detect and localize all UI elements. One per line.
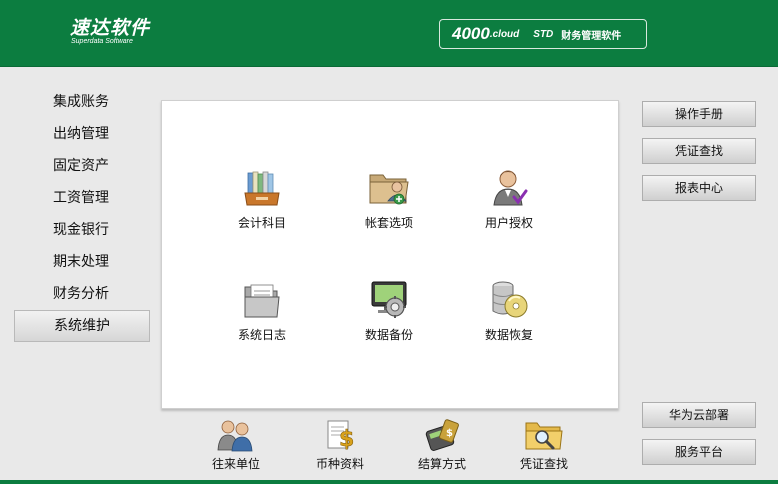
product-version: 4000 [452,24,490,43]
tile-data-restore[interactable]: 数据恢复 [454,279,564,343]
svg-text:$: $ [339,427,354,452]
tile-label: 系统日志 [237,328,286,342]
brand-logo: 速达软件 Superdata Software [70,18,150,46]
books-tray-icon [244,171,280,206]
monitor-gear-icon [371,281,407,318]
app-header: 速达软件 Superdata Software 4000 .cloud STD 财… [0,0,778,67]
operation-manual-button[interactable]: 操作手册 [642,101,756,127]
product-badge: 4000 .cloud STD 财务管理软件 [439,19,647,49]
sidebar-item-financial-analysis[interactable]: 财务分析 [14,278,150,310]
report-center-button[interactable]: 报表中心 [642,175,756,201]
svg-text:$: $ [446,428,453,439]
tile-account-set-options[interactable]: 帐套选项 [334,167,444,231]
sidebar-item-cash-bank[interactable]: 现金银行 [14,214,150,246]
tile-business-partners[interactable]: 往来单位 [186,418,286,472]
sidebar-item-cashier[interactable]: 出纳管理 [14,118,150,150]
user-check-icon [493,170,528,206]
tile-label: 数据恢复 [484,328,533,342]
sidebar-item-system-maintenance[interactable]: 系统维护 [14,310,150,342]
sidebar-item-payroll[interactable]: 工资管理 [14,182,150,214]
tile-label: 往来单位 [211,457,260,471]
tile-label: 凭证查找 [519,457,568,471]
folder-doc-icon [244,284,280,318]
database-disc-icon [492,281,528,318]
huawei-cloud-deploy-button[interactable]: 华为云部署 [642,402,756,428]
sidebar-item-integrated-accounting[interactable]: 集成账务 [14,86,150,118]
tile-user-authorization[interactable]: 用户授权 [454,167,564,231]
tile-data-backup[interactable]: 数据备份 [334,279,444,343]
tile-label: 会计科目 [237,216,286,230]
tile-system-log[interactable]: 系统日志 [207,281,317,343]
tile-currency-info[interactable]: $ 币种资料 [290,418,390,472]
folder-search-icon [525,422,563,450]
logo-chinese-text: 速达软件 [70,17,151,39]
tile-accounting-subjects[interactable]: 会计科目 [207,169,317,231]
currency-doc-icon: $ [327,420,355,452]
tile-label: 数据备份 [364,328,413,342]
product-edition: STD [533,28,554,40]
partners-icon [217,420,253,452]
tile-settlement-method[interactable]: $ 结算方式 [392,418,492,472]
folder-user-icon [369,174,409,205]
sidebar-nav: 集成账务 出纳管理 固定资产 工资管理 现金银行 期末处理 财务分析 系统维护 [14,86,150,342]
voucher-search-button[interactable]: 凭证查找 [642,138,756,164]
tile-voucher-search[interactable]: 凭证查找 [494,418,594,472]
footer-bar [0,480,778,484]
sidebar-item-fixed-assets[interactable]: 固定资产 [14,150,150,182]
tile-label: 币种资料 [315,457,364,471]
logo-english-text: Superdata Software [71,38,133,45]
service-platform-button[interactable]: 服务平台 [642,439,756,465]
product-name: 财务管理软件 [561,30,622,42]
tile-label: 用户授权 [484,216,533,230]
sidebar-item-period-end[interactable]: 期末处理 [14,246,150,278]
tile-label: 帐套选项 [364,216,413,230]
card-terminal-icon: $ [425,419,459,451]
main-panel: 会计科目 帐套选项 用户授权 系统日志 数据备份 数据恢复 [161,100,619,409]
tile-label: 结算方式 [417,457,466,471]
product-cloud: .cloud [489,28,520,40]
